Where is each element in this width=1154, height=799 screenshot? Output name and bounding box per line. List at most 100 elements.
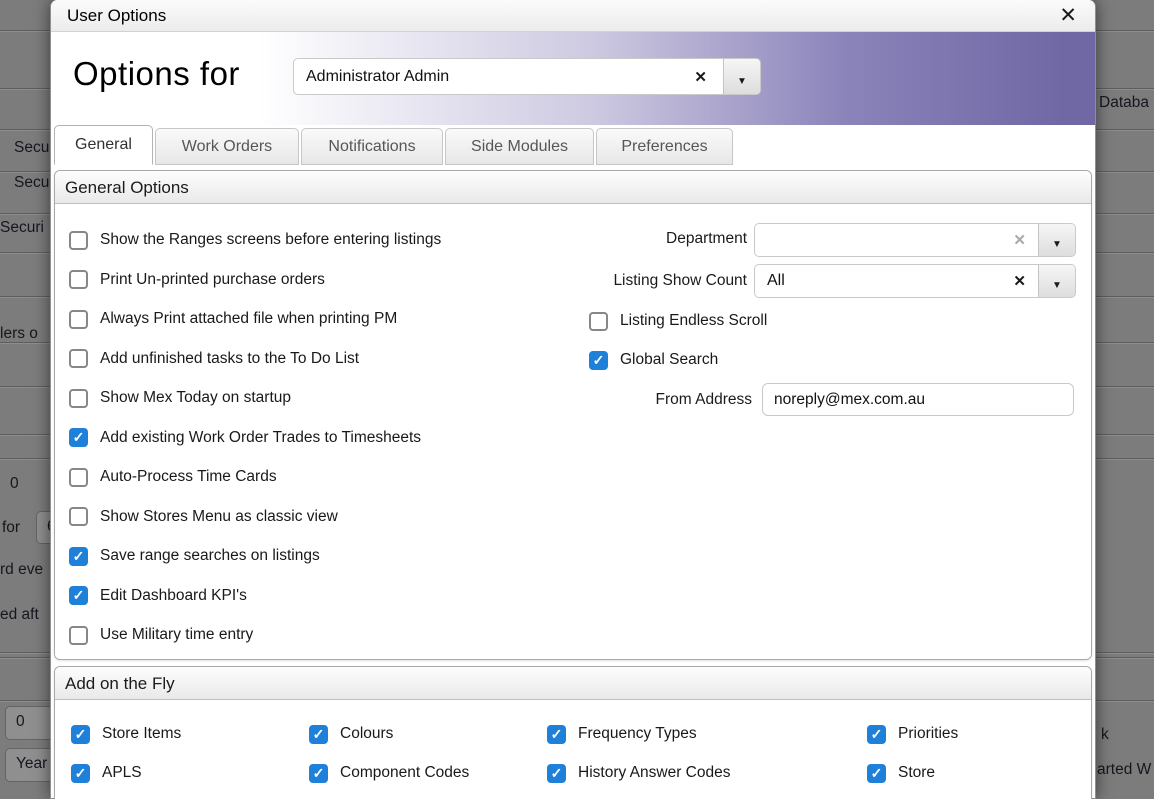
add-on-the-fly-group: Add on the Fly ✓Store Items✓Colours✓Freq… — [54, 666, 1092, 799]
checkbox-row-store[interactable]: ✓ Store — [867, 763, 935, 783]
chevron-down-icon: ▼ — [1052, 239, 1062, 250]
checkbox-row-show-the-ranges-screens-before-entering-listings[interactable]: Show the Ranges screens before entering … — [69, 230, 441, 250]
checkbox-label: Component Codes — [340, 764, 469, 782]
checkbox[interactable]: ✓ — [71, 725, 90, 744]
checkbox-row-global-search[interactable]: ✓ Global Search — [589, 350, 718, 370]
checkbox-row-apls[interactable]: ✓ APLS — [71, 763, 142, 783]
bg-fragment: rd eve — [0, 561, 43, 579]
bg-fragment: arted W — [1097, 761, 1151, 779]
listing-show-count-combobox[interactable]: All ✕ ▼ — [754, 264, 1076, 298]
checkbox[interactable] — [69, 468, 88, 487]
from-address-input[interactable]: noreply@mex.com.au — [762, 383, 1074, 416]
checkbox[interactable] — [69, 270, 88, 289]
checkbox-row-store-items[interactable]: ✓Store Items — [71, 724, 181, 744]
bg-fragment: lers o — [0, 325, 38, 343]
general-options-body: Show the Ranges screens before entering … — [55, 204, 1091, 659]
checkbox-row-listing-endless-scroll[interactable]: Listing Endless Scroll — [589, 311, 767, 331]
checkbox-label: History Answer Codes — [578, 764, 730, 782]
checkbox-row-show-mex-today-on-startup[interactable]: Show Mex Today on startup — [69, 388, 291, 408]
department-combobox[interactable]: ✕ ▼ — [754, 223, 1076, 257]
checkbox-label: Show Stores Menu as classic view — [100, 508, 338, 526]
clear-icon[interactable]: ✕ — [1013, 231, 1026, 249]
bg-input-fragment: 0 — [5, 706, 53, 740]
checkbox-label: Listing Endless Scroll — [620, 312, 767, 330]
department-label: Department — [485, 230, 747, 248]
dropdown-button[interactable]: ▼ — [723, 59, 760, 94]
checkbox-row-always-print-attached-file-when-printing-pm[interactable]: Always Print attached file when printing… — [69, 309, 397, 329]
options-for-title: Options for — [73, 55, 240, 93]
checkbox[interactable] — [69, 310, 88, 329]
checkbox[interactable]: ✓ — [69, 586, 88, 605]
checkbox[interactable]: ✓ — [547, 764, 566, 783]
checkbox-row-show-stores-menu-as-classic-view[interactable]: Show Stores Menu as classic view — [69, 507, 338, 527]
checkbox-label: Use Military time entry — [100, 626, 253, 644]
checkbox[interactable]: ✓ — [589, 351, 608, 370]
checkbox-label: Print Un-printed purchase orders — [100, 271, 325, 289]
checkbox-label: Frequency Types — [578, 725, 697, 743]
checkbox[interactable]: ✓ — [309, 764, 328, 783]
checkbox[interactable] — [589, 312, 608, 331]
bg-fragment: for — [2, 519, 20, 537]
checkbox-row-history-answer-codes[interactable]: ✓ History Answer Codes — [547, 763, 730, 783]
checkbox-label: Edit Dashboard KPI's — [100, 587, 247, 605]
chevron-down-icon: ▼ — [737, 75, 747, 86]
checkbox[interactable]: ✓ — [69, 428, 88, 447]
user-combobox-value[interactable]: Administrator Admin — [306, 68, 449, 86]
group-header-general-options: General Options — [55, 171, 1091, 204]
add-on-the-fly-body: ✓Store Items✓Colours✓Frequency Types✓Pri… — [55, 700, 1091, 799]
checkbox[interactable]: ✓ — [547, 725, 566, 744]
checkbox-row-edit-dashboard-kpi-s[interactable]: ✓ Edit Dashboard KPI's — [69, 586, 247, 606]
bg-fragment: Secu — [14, 139, 49, 157]
checkbox-row-add-existing-work-order-trades-to-timesheets[interactable]: ✓ Add existing Work Order Trades to Times… — [69, 428, 421, 448]
checkbox[interactable]: ✓ — [867, 725, 886, 744]
checkbox-label: Priorities — [898, 725, 958, 743]
tab-work-orders[interactable]: Work Orders — [155, 128, 299, 165]
bg-fragment: Databa — [1099, 94, 1149, 112]
bg-fragment: k — [1101, 726, 1109, 744]
user-combobox[interactable]: Administrator Admin ✕ ▼ — [293, 58, 761, 95]
checkbox-label: Add unfinished tasks to the To Do List — [100, 350, 359, 368]
bg-fragment: Secu — [14, 174, 49, 192]
checkbox-row-component-codes[interactable]: ✓ Component Codes — [309, 763, 469, 783]
checkbox[interactable]: ✓ — [69, 547, 88, 566]
checkbox-row-colours[interactable]: ✓Colours — [309, 724, 393, 744]
listing-show-count-value[interactable]: All — [767, 272, 785, 290]
tab-notifications[interactable]: Notifications — [301, 128, 443, 165]
dropdown-button[interactable]: ▼ — [1038, 224, 1075, 256]
checkbox[interactable]: ✓ — [867, 764, 886, 783]
checkbox[interactable] — [69, 231, 88, 250]
checkbox[interactable] — [69, 626, 88, 645]
tab-side-modules[interactable]: Side Modules — [445, 128, 594, 165]
checkbox-row-frequency-types[interactable]: ✓ Frequency Types — [547, 724, 697, 744]
checkbox-row-auto-process-time-cards[interactable]: Auto-Process Time Cards — [69, 467, 277, 487]
from-address-label: From Address — [485, 391, 752, 409]
close-icon[interactable]: ✕ — [1059, 2, 1077, 30]
checkbox-label: Save range searches on listings — [100, 547, 320, 565]
checkbox[interactable] — [69, 389, 88, 408]
checkbox-row-print-un-printed-purchase-orders[interactable]: Print Un-printed purchase orders — [69, 270, 325, 290]
checkbox[interactable] — [69, 507, 88, 526]
checkbox-label: Show the Ranges screens before entering … — [100, 231, 441, 249]
checkbox-label: Add existing Work Order Trades to Timesh… — [100, 429, 421, 447]
checkbox-row-priorities[interactable]: ✓ Priorities — [867, 724, 958, 744]
checkbox-label: Always Print attached file when printing… — [100, 310, 397, 328]
checkbox-label: Auto-Process Time Cards — [100, 468, 277, 486]
checkbox-row-save-range-searches-on-listings[interactable]: ✓ Save range searches on listings — [69, 546, 320, 566]
checkbox-row-add-unfinished-tasks-to-the-to-do-list[interactable]: Add unfinished tasks to the To Do List — [69, 349, 359, 369]
listing-show-count-label: Listing Show Count — [485, 272, 747, 290]
dialog-header: Options for Administrator Admin ✕ ▼ — [51, 32, 1095, 125]
clear-icon[interactable]: ✕ — [1013, 272, 1026, 290]
checkbox-label: Store — [898, 764, 935, 782]
tab-preferences[interactable]: Preferences — [596, 128, 733, 165]
checkbox[interactable]: ✓ — [71, 764, 90, 783]
clear-icon[interactable]: ✕ — [694, 68, 707, 86]
group-header-add-on-the-fly: Add on the Fly — [55, 667, 1091, 700]
checkbox-row-use-military-time-entry[interactable]: Use Military time entry — [69, 625, 253, 645]
checkbox[interactable] — [69, 349, 88, 368]
tab-general[interactable]: General — [54, 125, 153, 165]
checkbox[interactable]: ✓ — [309, 725, 328, 744]
checkbox-label: APLS — [102, 764, 142, 782]
dropdown-button[interactable]: ▼ — [1038, 265, 1075, 297]
user-options-dialog: User Options ✕ Options for Administrator… — [50, 0, 1096, 799]
checkbox-label: Global Search — [620, 351, 718, 369]
